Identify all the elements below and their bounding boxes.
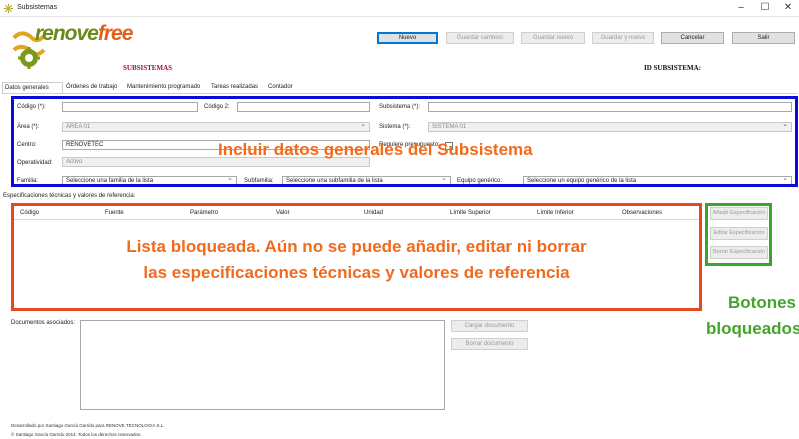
minimize-icon[interactable]: – bbox=[734, 2, 748, 14]
app-icon bbox=[4, 4, 13, 13]
delete-document-button[interactable]: Borrar documento bbox=[451, 338, 528, 350]
edit-spec-button[interactable]: Editar Especificación bbox=[710, 227, 768, 240]
specs-label: Especificaciones técnicas y valores de r… bbox=[3, 193, 136, 199]
locked-list-line2: las especificaciones técnicas y valores … bbox=[143, 263, 570, 282]
nuevo-button[interactable]: Nuevo bbox=[377, 32, 438, 44]
window-title: Subsistemas bbox=[17, 4, 58, 11]
documents-label: Documentos asociados: bbox=[11, 320, 76, 326]
page-title: SUBSISTEMAS bbox=[123, 64, 173, 72]
locked-list-annotation: Lista bloqueada. Aún no se puede añadir,… bbox=[14, 234, 699, 286]
locked-buttons-line2: bloqueados bbox=[706, 319, 799, 338]
load-document-button[interactable]: Cargar documento bbox=[451, 320, 528, 332]
close-icon[interactable]: ✕ bbox=[781, 2, 795, 14]
guardar-nuevo-button[interactable]: Guardar nuevo bbox=[521, 32, 585, 44]
maximize-icon[interactable]: ☐ bbox=[758, 2, 772, 14]
guardar-cambios-button[interactable]: Guardar cambios bbox=[446, 32, 514, 44]
general-data-annotation: Incluir datos generales del Subsistema bbox=[218, 140, 533, 159]
cancelar-button[interactable]: Cancelar bbox=[661, 32, 724, 44]
locked-list-line1: Lista bloqueada. Aún no se puede añadir,… bbox=[126, 237, 587, 256]
footer-credits: Desarrollado por Santiago García Garrido… bbox=[11, 423, 165, 428]
delete-spec-button[interactable]: Borrar Especificación bbox=[710, 246, 768, 259]
id-subsistema-label: ID SUBSISTEMA: bbox=[644, 64, 701, 72]
locked-buttons-annotation: Botones bloqueados bbox=[706, 290, 799, 342]
footer-copyright: © Santiago García Garrido 2014. Todos lo… bbox=[11, 432, 142, 437]
salir-button[interactable]: Salir bbox=[732, 32, 795, 44]
tab-divider bbox=[2, 93, 797, 94]
documents-list[interactable] bbox=[80, 320, 445, 410]
logo-wordmark: renovefree bbox=[35, 22, 133, 45]
add-spec-button[interactable]: Añadir Especificación bbox=[710, 207, 768, 220]
locked-buttons-line1: Botones bbox=[728, 293, 796, 312]
title-bar bbox=[0, 0, 799, 17]
guardar-y-nuevo-button[interactable]: Guardar y nuevo bbox=[592, 32, 654, 44]
